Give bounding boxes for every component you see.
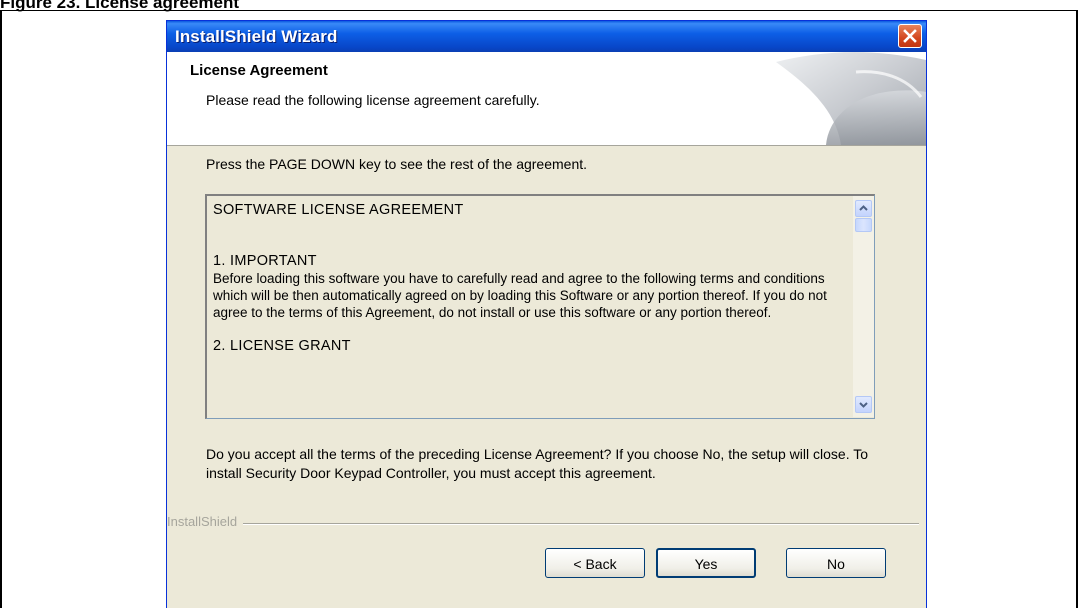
title-bar[interactable]: InstallShield Wizard	[167, 21, 926, 52]
header-graphic-icon	[776, 52, 926, 145]
license-paragraph: Before loading this software you have to…	[213, 271, 831, 320]
brand-separator: InstallShield	[167, 514, 923, 534]
header-title: License Agreement	[190, 62, 328, 79]
window-title: InstallShield Wizard	[175, 27, 338, 46]
vertical-scrollbar[interactable]	[853, 196, 874, 417]
license-textbox[interactable]: SOFTWARE LICENSE AGREEMENT 1. IMPORTANT …	[205, 194, 875, 419]
scroll-thumb[interactable]	[855, 218, 872, 232]
wizard-header: License Agreement Please read the follow…	[167, 52, 926, 146]
scroll-up-button[interactable]	[855, 200, 872, 217]
no-button[interactable]: No	[786, 548, 886, 578]
back-button[interactable]: < Back	[545, 548, 645, 578]
header-subtitle: Please read the following license agreem…	[206, 92, 540, 108]
close-icon	[903, 29, 917, 43]
chevron-up-icon	[859, 205, 868, 211]
close-button[interactable]	[898, 24, 922, 48]
brand-label: InstallShield	[167, 514, 244, 529]
yes-button[interactable]: Yes	[656, 548, 756, 578]
installer-window: InstallShield Wizard License Agreement P…	[166, 20, 927, 608]
scroll-down-button[interactable]	[855, 396, 872, 413]
license-section-title: 1. IMPORTANT	[213, 253, 317, 269]
chevron-down-icon	[859, 402, 868, 408]
license-section-title: 2. LICENSE GRANT	[213, 338, 351, 354]
instruction-text: Press the PAGE DOWN key to see the rest …	[206, 156, 588, 172]
separator-line	[167, 523, 919, 525]
license-heading: SOFTWARE LICENSE AGREEMENT	[213, 202, 464, 218]
accept-question: Do you accept all the terms of the prece…	[206, 446, 869, 481]
license-content: SOFTWARE LICENSE AGREEMENT 1. IMPORTANT …	[213, 202, 849, 355]
